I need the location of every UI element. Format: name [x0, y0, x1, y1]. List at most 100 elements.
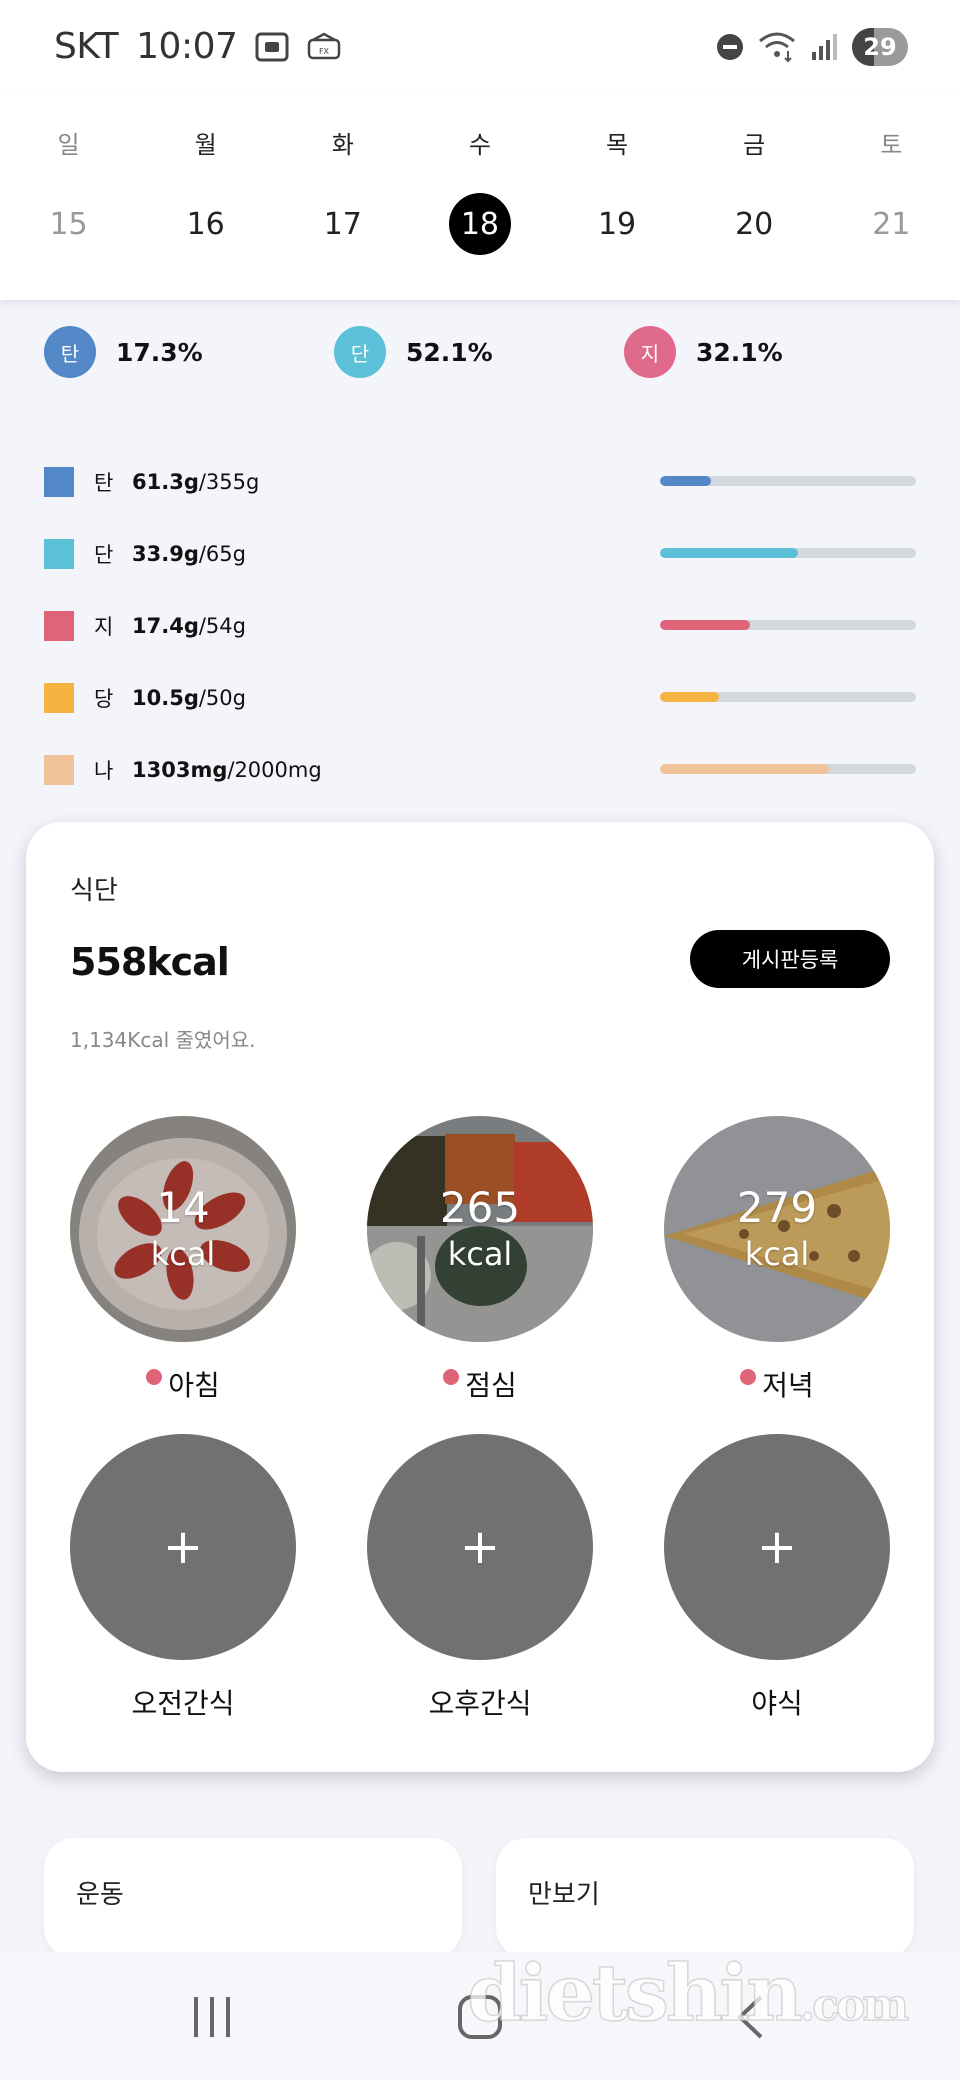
date-cell-selected[interactable]: 18 [411, 192, 548, 256]
date-cell[interactable]: 17 [274, 192, 411, 256]
ratio-fat: 지 32.1% [624, 326, 783, 378]
weekday-fri: 금 [743, 130, 766, 159]
svg-text:FX: FX [319, 47, 330, 56]
meal-card: 식단 558kcal 게시판등록 1,134Kcal 줄였어요. 14 kcal… [26, 822, 934, 1772]
dinner-photo[interactable]: 279 kcal [664, 1116, 890, 1342]
weekday-wed: 수 [468, 130, 491, 159]
screenshot-icon [255, 32, 289, 62]
logged-indicator [443, 1369, 460, 1385]
nutrient-value: 1303mg/2000mg [132, 758, 322, 782]
fat-percent: 32.1% [696, 337, 783, 367]
progress-fill [660, 476, 712, 486]
breakfast-photo[interactable]: 14 kcal [70, 1116, 296, 1342]
battery-level: 29 [863, 33, 897, 61]
snack-morning[interactable]: + 오전간식 [70, 1434, 296, 1722]
nutrient-row-carb: 탄 61.3g/355g [44, 446, 916, 518]
date-cell[interactable]: 15 [0, 192, 137, 256]
date-cell[interactable]: 20 [686, 192, 823, 256]
progress-track [660, 548, 916, 558]
pedometer-card[interactable]: 만보기 [496, 1838, 914, 1958]
nutrient-value: 33.9g/65g [132, 542, 246, 566]
meal-lunch[interactable]: 265 kcal 점심 [367, 1116, 593, 1404]
watermark-logo: dietshin.com [466, 1947, 909, 2040]
carrier-label: SKT [54, 26, 119, 67]
nutrient-label: 단 [94, 543, 114, 567]
dinner-kcal: 279 [736, 1183, 818, 1232]
nutrient-list: 탄 61.3g/355g 단 33.9g/65g 지 17.4g/54g 당 1… [44, 446, 916, 806]
status-bar: SKT 10:07 FX 29 [0, 0, 960, 96]
meal-label: 저녁 [762, 1369, 814, 1402]
nutrient-row-sodium: 나 1303mg/2000mg [44, 734, 916, 806]
snack-afternoon[interactable]: + 오후간식 [367, 1434, 593, 1722]
weekday-tue: 화 [331, 130, 354, 159]
app-notification-icon: FX [307, 32, 341, 62]
legend-swatch [44, 467, 74, 497]
legend-swatch [44, 683, 74, 713]
progress-fill [660, 692, 719, 702]
ratio-protein: 단 52.1% [334, 326, 493, 378]
nutrient-value: 17.4g/54g [132, 614, 246, 638]
logged-indicator [740, 1369, 757, 1385]
meal-breakfast[interactable]: 14 kcal 아침 [70, 1116, 296, 1404]
pedometer-title: 만보기 [528, 1880, 600, 1910]
nutrient-value: 61.3g/355g [132, 470, 260, 494]
meal-card-title: 식단 [70, 876, 118, 906]
weekday-thu: 목 [606, 130, 629, 159]
progress-track [660, 476, 916, 486]
logged-indicator [146, 1369, 163, 1385]
do-not-disturb-icon [716, 33, 744, 61]
nutrient-value: 10.5g/50g [132, 686, 246, 710]
add-meal-button[interactable]: + [367, 1434, 593, 1660]
breakfast-kcal: 14 [156, 1183, 210, 1232]
plus-icon: + [162, 1519, 204, 1575]
legend-swatch [44, 611, 74, 641]
weekday-sat: 토 [880, 130, 903, 159]
meal-label: 야식 [751, 1687, 803, 1720]
date-row: 15 16 17 18 19 20 21 [0, 192, 960, 256]
clock: 10:07 [136, 26, 238, 67]
date-cell[interactable]: 16 [137, 192, 274, 256]
add-meal-button[interactable]: + [70, 1434, 296, 1660]
plus-icon: + [756, 1519, 798, 1575]
selected-date: 18 [448, 193, 511, 255]
date-cell[interactable]: 19 [549, 192, 686, 256]
date-cell[interactable]: 21 [823, 192, 960, 256]
wifi-icon [758, 31, 796, 63]
kcal-unit: kcal [744, 1235, 810, 1273]
recent-apps-button[interactable] [172, 1982, 252, 2052]
nutrient-row-protein: 단 33.9g/65g [44, 518, 916, 590]
legend-swatch [44, 755, 74, 785]
progress-fill [660, 764, 829, 774]
recent-apps-icon [194, 1997, 230, 2037]
nutrient-row-sugar: 당 10.5g/50g [44, 662, 916, 734]
weekday-mon: 월 [194, 130, 217, 159]
progress-track [660, 620, 916, 630]
lunch-photo[interactable]: 265 kcal [367, 1116, 593, 1342]
progress-track [660, 692, 916, 702]
meal-label: 점심 [465, 1369, 517, 1402]
nutrient-label: 탄 [94, 471, 114, 495]
legend-swatch [44, 539, 74, 569]
battery-icon: 29 [852, 28, 908, 66]
kcal-unit: kcal [447, 1235, 513, 1273]
carb-percent: 17.3% [116, 337, 203, 367]
post-to-board-button[interactable]: 게시판등록 [690, 930, 890, 988]
meal-dinner[interactable]: 279 kcal 저녁 [664, 1116, 890, 1404]
exercise-title: 운동 [76, 1880, 124, 1910]
total-kcal: 558kcal [70, 940, 230, 984]
ratio-carb: 탄 17.3% [44, 326, 203, 378]
signal-icon [810, 32, 838, 62]
exercise-card[interactable]: 운동 [44, 1838, 462, 1958]
lunch-kcal: 265 [439, 1183, 521, 1232]
meal-label: 아침 [168, 1369, 220, 1402]
kcal-unit: kcal [150, 1235, 216, 1273]
carb-badge: 탄 [44, 326, 96, 378]
progress-track [660, 764, 916, 774]
add-meal-button[interactable]: + [664, 1434, 890, 1660]
protein-percent: 52.1% [406, 337, 493, 367]
kcal-reduced-note: 1,134Kcal 줄였어요. [70, 1028, 256, 1052]
protein-badge: 단 [334, 326, 386, 378]
week-calendar: 일 월 화 수 목 금 토 15 16 17 18 19 20 21 [0, 96, 960, 300]
snack-night[interactable]: + 야식 [664, 1434, 890, 1722]
meal-label: 오후간식 [428, 1687, 532, 1720]
